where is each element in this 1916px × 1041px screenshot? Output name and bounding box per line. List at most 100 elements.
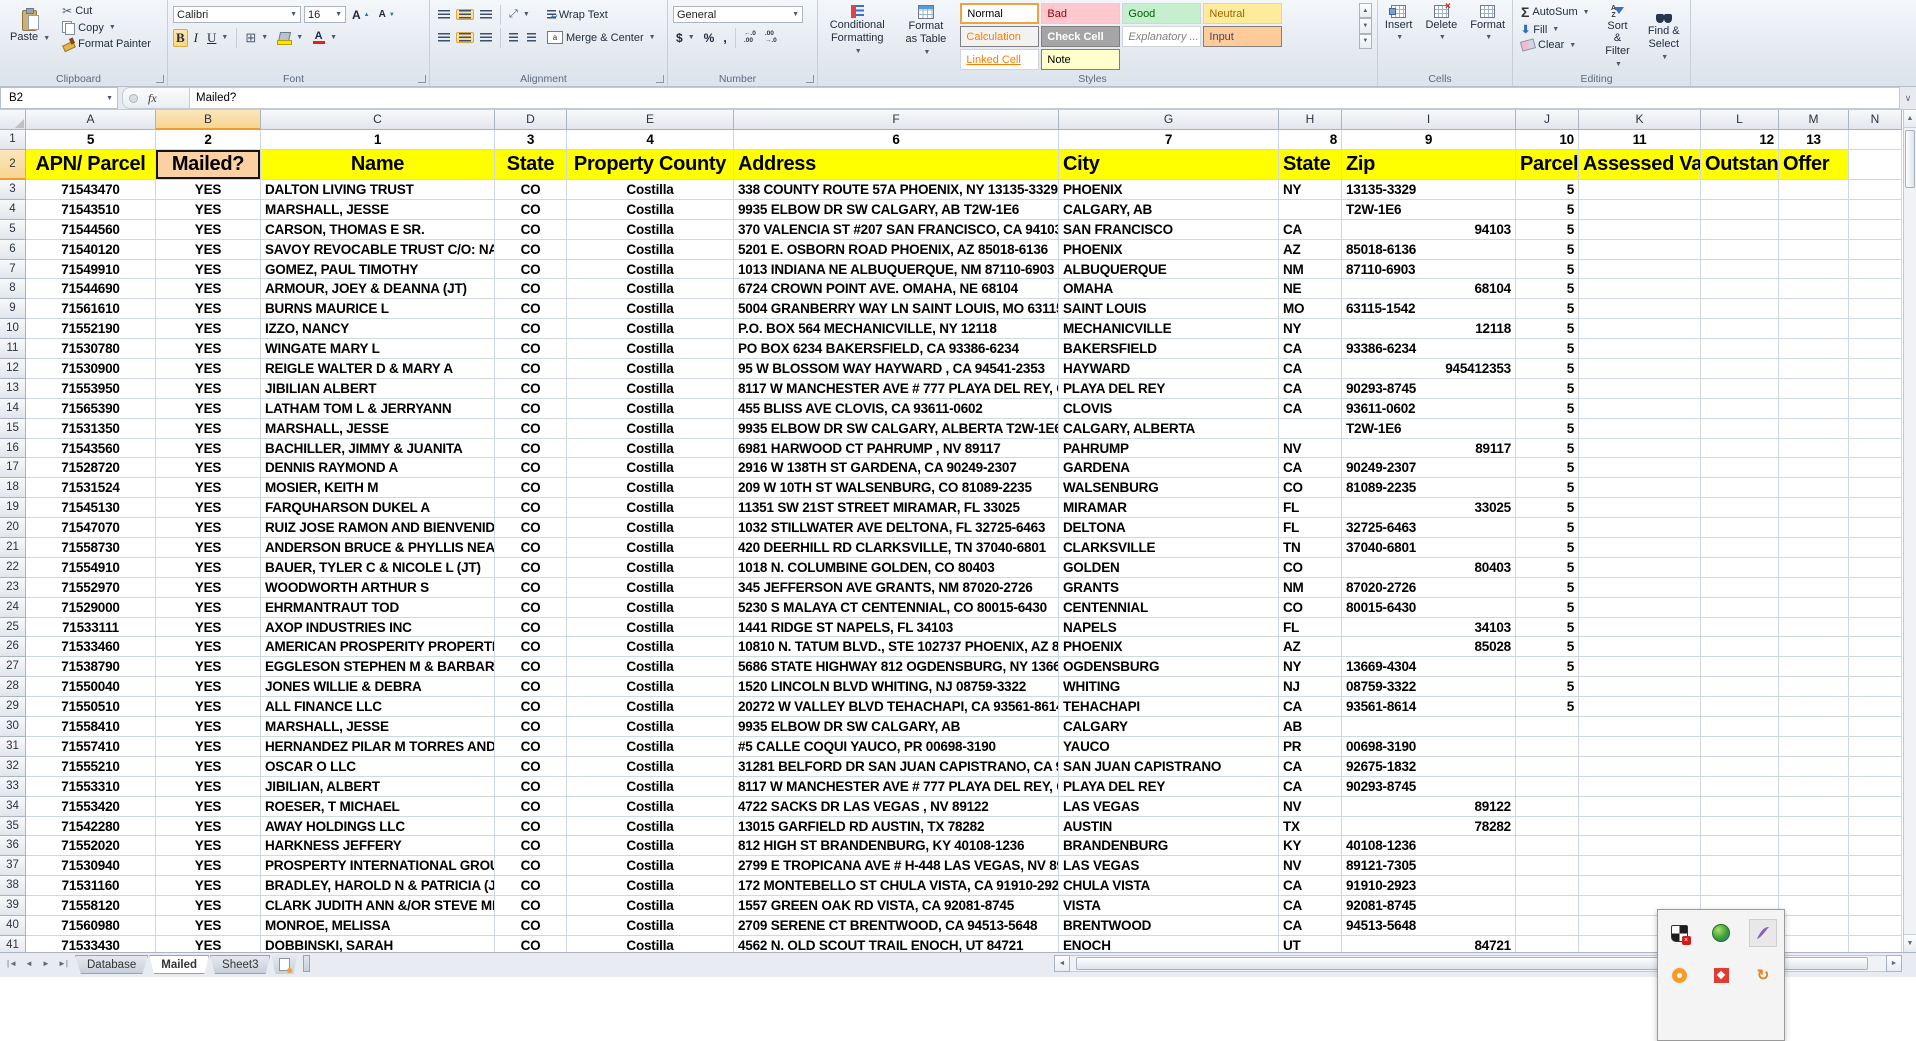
grid-cell[interactable]: 71538790 (26, 657, 156, 677)
grid-cell[interactable]: 5 (1516, 458, 1579, 478)
grid-cell[interactable]: 8 (1279, 130, 1342, 150)
grid-cell[interactable]: WINGATE MARY L (261, 339, 495, 359)
grid-cell[interactable]: AUSTIN (1059, 817, 1279, 837)
grid-cell[interactable] (1849, 558, 1902, 578)
grid-cell[interactable]: NAPELS (1059, 618, 1279, 638)
grid-cell[interactable] (1579, 657, 1701, 677)
grid-cell[interactable]: NM (1279, 260, 1342, 280)
grid-cell[interactable]: YES (156, 916, 261, 936)
grid-cell[interactable] (1579, 757, 1701, 777)
grid-cell[interactable]: DELTONA (1059, 518, 1279, 538)
grid-cell[interactable]: CO (495, 896, 567, 916)
row-header-9[interactable]: 9 (0, 299, 26, 319)
grid-cell[interactable]: 9 (1342, 130, 1516, 150)
grid-cell[interactable]: 71544560 (26, 220, 156, 240)
grid-cell[interactable]: PR (1279, 737, 1342, 757)
row-header-5[interactable]: 5 (0, 220, 26, 240)
grid-cell[interactable]: 5 (1516, 240, 1579, 260)
row-header-20[interactable]: 20 (0, 518, 26, 538)
grid-cell[interactable]: 5 (1516, 419, 1579, 439)
grid-cell[interactable]: CO (495, 518, 567, 538)
grid-cell[interactable]: YES (156, 777, 261, 797)
grid-cell[interactable]: 5 (26, 130, 156, 150)
grid-cell[interactable] (1279, 200, 1342, 220)
grid-cell[interactable] (1849, 458, 1902, 478)
grid-cell[interactable]: CO (495, 737, 567, 757)
grid-cell[interactable]: 94513-5648 (1342, 916, 1516, 936)
grid-cell[interactable] (1516, 817, 1579, 837)
grid-cell[interactable] (1701, 379, 1779, 399)
grid-cell[interactable]: 89121-7305 (1342, 856, 1516, 876)
grid-cell[interactable]: 87110-6903 (1342, 260, 1516, 280)
grid-cell[interactable]: Costilla (567, 598, 734, 618)
grid-cell[interactable]: 71545130 (26, 498, 156, 518)
grid-cell[interactable] (1779, 538, 1849, 558)
number-format-select[interactable]: General▼ (673, 6, 803, 23)
grid-cell[interactable]: CARSON, THOMAS E SR. (261, 220, 495, 240)
grid-cell[interactable] (1701, 478, 1779, 498)
grid-cell[interactable]: 345 JEFFERSON AVE GRANTS, NM 87020-2726 (734, 578, 1059, 598)
grid-cell[interactable]: Costilla (567, 578, 734, 598)
grid-cell[interactable]: 71529000 (26, 598, 156, 618)
grid-cell[interactable]: LAS VEGAS (1059, 856, 1279, 876)
grid-cell[interactable] (1779, 200, 1849, 220)
grid-cell[interactable] (1849, 777, 1902, 797)
insert-function-button[interactable]: fx (148, 91, 157, 106)
grid-cell[interactable] (1701, 836, 1779, 856)
grid-cell[interactable]: 68104 (1342, 279, 1516, 299)
grid-cell[interactable] (1779, 260, 1849, 280)
grid-cell[interactable] (1849, 240, 1902, 260)
selected-cell-B2[interactable]: Mailed? (156, 150, 261, 180)
grid-cell[interactable]: CO (1279, 598, 1342, 618)
insert-cells-button[interactable]: Insert▼ (1380, 3, 1418, 46)
grid-cell[interactable]: 71533460 (26, 637, 156, 657)
grid-cell[interactable]: 5 (1516, 180, 1579, 200)
grid-cell[interactable]: 5 (1516, 558, 1579, 578)
grid-cell[interactable]: SAVOY REVOCABLE TRUST C/O: NANC (261, 240, 495, 260)
grid-cell[interactable]: 71557410 (26, 737, 156, 757)
scroll-right-button[interactable]: ► (1886, 955, 1902, 972)
grid-cell[interactable] (1779, 220, 1849, 240)
row-header-41[interactable]: 41 (0, 936, 26, 952)
grid-cell[interactable] (1779, 478, 1849, 498)
grid-cell[interactable]: 9935 ELBOW DR SW CALGARY, AB T2W-1E6 (734, 200, 1059, 220)
alignment-dialog-launcher[interactable] (656, 75, 664, 83)
grid-cell[interactable]: 71553420 (26, 797, 156, 817)
grid-cell[interactable] (1701, 697, 1779, 717)
grid-cell[interactable]: YES (156, 876, 261, 896)
download-manager-globe-icon[interactable] (1708, 920, 1734, 946)
grid-cell[interactable] (1779, 876, 1849, 896)
grid-cell[interactable]: 5 (1516, 618, 1579, 638)
grid-cell[interactable]: CO (495, 279, 567, 299)
grid-cell[interactable] (1849, 817, 1902, 837)
grid-cell[interactable] (1849, 757, 1902, 777)
row-header-34[interactable]: 34 (0, 797, 26, 817)
grid-cell[interactable]: YES (156, 896, 261, 916)
grid-cell[interactable]: 13 (1779, 130, 1849, 150)
grid-cell[interactable]: 8117 W MANCHESTER AVE # 777 PLAYA DEL RE… (734, 777, 1059, 797)
grid-cell[interactable]: 2 (156, 130, 261, 150)
grid-cell[interactable]: 5 (1516, 498, 1579, 518)
grid-cell[interactable]: 5 (1516, 319, 1579, 339)
grid-cell[interactable]: CALGARY, AB (1059, 200, 1279, 220)
grid-cell[interactable]: CLARKSVILLE (1059, 538, 1279, 558)
borders-button[interactable]: ⊞▼ (242, 29, 271, 47)
grid-cell[interactable]: 5 (1516, 637, 1579, 657)
grid-cell[interactable] (1701, 538, 1779, 558)
grid-cell[interactable]: 5 (1516, 379, 1579, 399)
grid-cell[interactable] (1779, 936, 1849, 952)
grid-cell[interactable]: 1032 STILLWATER AVE DELTONA, FL 32725-64… (734, 518, 1059, 538)
grid-cell[interactable] (1579, 319, 1701, 339)
grid-cell[interactable]: 455 BLISS AVE CLOVIS, CA 93611-0602 (734, 399, 1059, 419)
grid-cell[interactable]: YES (156, 299, 261, 319)
grid-cell[interactable]: Outstandi (1701, 150, 1779, 180)
grid-cell[interactable]: 1557 GREEN OAK RD VISTA, CA 92081-8745 (734, 896, 1059, 916)
grid-cell[interactable]: SAINT LOUIS (1059, 299, 1279, 319)
grid-cell[interactable]: ENOCH (1059, 936, 1279, 952)
align-left-button[interactable] (435, 32, 453, 43)
formula-input[interactable]: Mailed? (190, 87, 1900, 109)
grid-cell[interactable]: CALGARY, ALBERTA (1059, 419, 1279, 439)
grid-cell[interactable]: ALBUQUERQUE (1059, 260, 1279, 280)
sheet-tab-sheet3[interactable]: Sheet3 (210, 955, 270, 974)
grid-cell[interactable] (1779, 896, 1849, 916)
